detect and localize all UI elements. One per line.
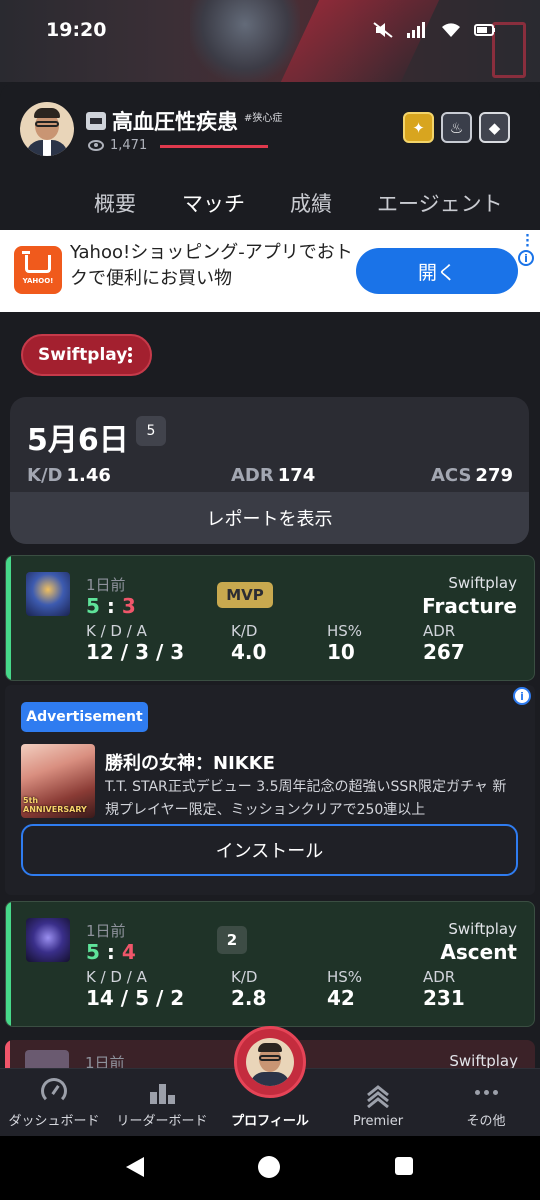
match-map: Ascent	[440, 940, 517, 964]
nav-premier[interactable]: Premier	[324, 1069, 432, 1137]
nav-dashboard[interactable]: ダッシュボード	[0, 1069, 108, 1137]
wifi-icon	[442, 23, 460, 37]
day-date: 5月6日	[27, 423, 129, 458]
status-bar: 19:20	[0, 0, 540, 60]
native-ad[interactable]: Advertisement i 5th ANNIVERSARY 勝利の女神：NI…	[5, 685, 535, 895]
status-time: 19:20	[46, 19, 107, 41]
install-button[interactable]: インストール	[21, 824, 518, 876]
ad-menu-icon[interactable]: · · ·	[525, 230, 530, 253]
day-kd: K/D 1.46	[27, 465, 111, 486]
stat-label-kda: K / D / A	[86, 622, 147, 640]
eye-icon	[88, 140, 104, 151]
signal-icon	[407, 22, 425, 38]
profile-header: 高血圧性疾患 #狭心症 1,471 ✦ ♨ ◆ 概要 マッチ 成績 エージェント	[0, 82, 540, 230]
cart-icon	[22, 251, 51, 273]
avatar	[246, 1038, 294, 1086]
tab-overview[interactable]: 概要	[94, 188, 136, 218]
day-match-count: 5	[136, 416, 166, 446]
nav-leaderboard[interactable]: リーダーボード	[108, 1069, 216, 1137]
account-level-icon	[86, 112, 106, 130]
ad-info-icon[interactable]: i	[518, 250, 534, 266]
match-time-ago: 1日前	[86, 576, 126, 594]
stat-label-kd: K/D	[231, 622, 258, 640]
queue-filter-button[interactable]: Swiftplay	[21, 334, 152, 376]
stat-value-hs: 10	[327, 640, 355, 664]
queue-filter-label: Swiftplay	[38, 345, 128, 365]
advertisement-label: Advertisement	[21, 702, 148, 732]
mvp-badge: MVP	[217, 582, 273, 608]
profile-avatar-button[interactable]	[234, 1026, 306, 1098]
stat-value-kda: 12 / 3 / 3	[86, 640, 185, 664]
tab-agents[interactable]: エージェント	[377, 188, 503, 218]
profile-tabs: 概要 マッチ 成績 エージェント	[0, 180, 540, 230]
ad-info-icon[interactable]: i	[513, 687, 531, 705]
kebab-icon	[128, 347, 132, 363]
stat-value-kda: 14 / 5 / 2	[86, 986, 185, 1010]
agent-portrait-icon	[26, 918, 70, 962]
nav-more[interactable]: その他	[432, 1069, 540, 1137]
gauge-icon	[41, 1078, 67, 1104]
win-indicator	[6, 902, 11, 1026]
stat-value-kd: 2.8	[231, 986, 267, 1010]
fire-badge-icon[interactable]: ♨	[441, 112, 472, 143]
views-count: 1,471	[110, 138, 148, 153]
ad-banner[interactable]: YAHOO! Yahoo!ショッピング-アプリでおトクで便利にお買い物 開く	[0, 230, 540, 312]
stat-label-hs: HS%	[327, 968, 363, 986]
username-row: 高血圧性疾患 #狭心症	[86, 106, 282, 136]
win-indicator	[6, 556, 11, 680]
user-tag: #狭心症	[244, 112, 283, 124]
diamond-badge-icon[interactable]: ◆	[479, 112, 510, 143]
match-score: 5 : 3	[86, 594, 136, 618]
stat-label-hs: HS%	[327, 622, 363, 640]
stat-value-hs: 42	[327, 986, 355, 1010]
game-thumbnail: 5th ANNIVERSARY	[21, 744, 95, 818]
match-card[interactable]: 1日前 5 : 3 MVP Swiftplay Fracture K / D /…	[5, 555, 535, 681]
stat-label-adr: ADR	[423, 968, 456, 986]
day-summary-card: 5月6日 5 K/D 1.46 ADR 174 ACS 279 レポートを表示	[10, 397, 529, 544]
view-report-button[interactable]: レポートを表示	[10, 492, 529, 544]
day-acs: ACS 279	[430, 465, 513, 486]
status-icons	[372, 21, 496, 39]
ad-open-button[interactable]: 開く	[356, 248, 518, 294]
match-mode: Swiftplay	[448, 920, 517, 938]
home-icon[interactable]	[258, 1156, 280, 1178]
match-score: 5 : 4	[86, 940, 136, 964]
battery-icon	[474, 24, 495, 36]
back-icon[interactable]	[126, 1157, 144, 1177]
username: 高血圧性疾患	[112, 110, 238, 134]
ad-title: Yahoo!ショッピング-アプリでおトクで便利にお買い物	[70, 242, 353, 289]
day-adr: ADR 174	[231, 465, 316, 486]
game-description: T.T. STAR正式デビュー 3.5周年記念の超強いSSR限定ガチャ 新規プレ…	[105, 779, 507, 818]
stat-label-kd: K/D	[231, 968, 258, 986]
leaderboard-icon	[148, 1080, 176, 1104]
more-icon	[472, 1080, 500, 1104]
agent-portrait-icon	[26, 572, 70, 616]
stat-label-kda: K / D / A	[86, 968, 147, 986]
stat-label-adr: ADR	[423, 622, 456, 640]
active-tab-indicator	[160, 145, 268, 148]
game-title: 勝利の女神：NIKKE	[105, 753, 275, 774]
ad-app-logo: YAHOO!	[14, 246, 62, 294]
stat-value-kd: 4.0	[231, 640, 267, 664]
stat-value-adr: 231	[423, 986, 465, 1010]
stat-value-adr: 267	[423, 640, 465, 664]
tab-matches[interactable]: マッチ	[182, 188, 245, 218]
profile-views: 1,471	[88, 138, 147, 153]
recents-icon[interactable]	[395, 1157, 413, 1175]
match-map: Fracture	[422, 594, 517, 618]
premier-icon	[367, 1085, 389, 1108]
tab-performance[interactable]: 成績	[290, 188, 332, 218]
avatar[interactable]	[20, 102, 74, 156]
system-nav-bar	[0, 1136, 540, 1200]
gold-badge-icon[interactable]: ✦	[403, 112, 434, 143]
badge-list: ✦ ♨ ◆	[403, 112, 510, 143]
placement-badge: 2	[217, 926, 247, 954]
match-mode: Swiftplay	[448, 574, 517, 592]
mute-icon	[373, 22, 393, 38]
match-card[interactable]: 1日前 5 : 4 2 Swiftplay Ascent K / D / A K…	[5, 901, 535, 1027]
match-time-ago: 1日前	[86, 922, 126, 940]
